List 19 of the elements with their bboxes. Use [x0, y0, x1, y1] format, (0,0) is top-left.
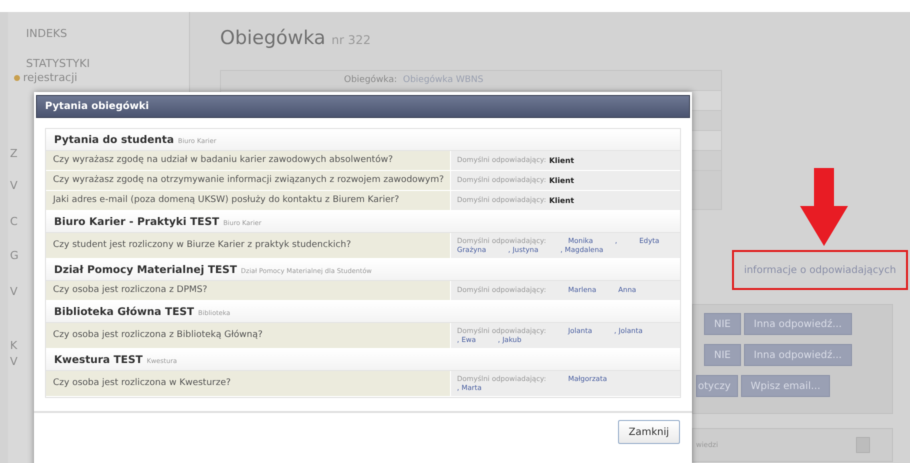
question-cell: Czy osoba jest rozliczona z DPMS?	[46, 281, 450, 300]
arrow-icon	[800, 168, 848, 246]
section-title: Biuro Karier - Praktyki TEST	[54, 215, 220, 230]
section-title: Biblioteka Główna TEST	[54, 305, 194, 320]
section-title: Pytania do studenta	[54, 133, 174, 148]
question-cell: Czy osoba jest rozliczona w Kwesturze?	[46, 371, 450, 396]
question-cell: Czy student jest rozliczony w Biurze Karier z praktyk studenckich?	[46, 233, 450, 258]
question-cell: Czy wyrażasz zgodę na udział w badaniu karier zawodowych absolwentów?	[46, 151, 450, 170]
question-cell: Czy wyrażasz zgodę na otrzymywanie informacji związanych z rozwojem zawodowym?	[46, 171, 450, 190]
section-title: Kwestura TEST	[54, 353, 143, 368]
question-cell: Czy osoba jest rozliczona z Biblioteką Główną?	[46, 323, 450, 348]
dialog-title: Pytania obiegówki	[45, 100, 149, 114]
question-cell: Jaki adres e-mail (poza domeną UKSW) posłuży do kontaktu z Biurem Karier?	[46, 191, 450, 210]
section-title: Dział Pomocy Materialnej TEST	[54, 263, 237, 278]
page-title: Obiegówka	[220, 26, 326, 51]
bullet-icon	[14, 75, 20, 82]
field-label: Obiegówka:	[342, 74, 398, 87]
record-number: nr 322	[332, 32, 371, 49]
close-button[interactable]: Zamknij	[618, 420, 680, 444]
